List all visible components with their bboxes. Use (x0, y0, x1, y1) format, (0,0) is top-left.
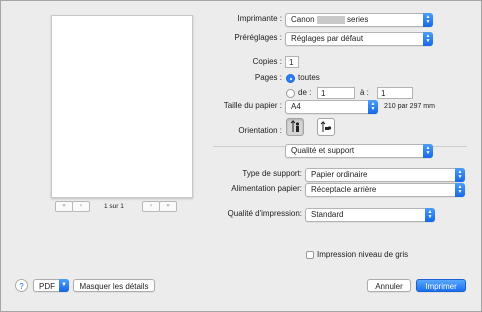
previous-page-button[interactable]: ‹ (72, 201, 90, 212)
page-preview (51, 15, 193, 198)
print-quality-value: Standard (311, 210, 344, 219)
print-dialog: « ‹ 1 sur 1 › » Imprimante : Canon serie… (0, 0, 482, 312)
section-select[interactable]: Qualité et support ▲ ▼ (285, 144, 433, 158)
landscape-orientation-button[interactable] (317, 118, 335, 136)
hide-details-button[interactable]: Masquer les détails (73, 279, 155, 292)
media-type-select[interactable]: Papier ordinaire ▲ ▼ (305, 168, 465, 182)
print-button[interactable]: Imprimer (416, 279, 466, 292)
print-quality-select[interactable]: Standard ▲ ▼ (305, 208, 435, 222)
chevron-updown-icon: ▲ ▼ (368, 100, 378, 114)
presets-label: Préréglages : (234, 33, 282, 42)
pages-to-label: à : (360, 88, 369, 97)
chevron-updown-icon: ▲ ▼ (455, 183, 465, 197)
paper-size-select[interactable]: A4 ▲ ▼ (285, 100, 378, 114)
presets-select[interactable]: Réglages par défaut ▲ ▼ (285, 32, 433, 46)
media-type-value: Papier ordinaire (311, 170, 368, 179)
pdf-menu-button[interactable]: PDF ▼ (33, 279, 69, 292)
last-page-button[interactable]: » (159, 201, 177, 212)
pdf-label: PDF (39, 282, 55, 291)
paper-source-select[interactable]: Réceptacle arrière ▲ ▼ (305, 183, 465, 197)
paper-size-value: A4 (291, 102, 301, 111)
paper-size-label: Taille du papier : (223, 101, 282, 110)
help-button[interactable]: ? (15, 279, 28, 292)
portrait-orientation-button[interactable] (286, 118, 304, 136)
paper-source-value: Réceptacle arrière (311, 185, 377, 194)
media-type-label: Type de support: (242, 169, 302, 178)
chevron-updown-icon: ▲ ▼ (423, 32, 433, 46)
chevron-updown-icon: ▲ ▼ (423, 144, 433, 158)
pages-from-label: de : (298, 88, 312, 97)
landscape-person-icon (320, 120, 332, 132)
pages-range-radio[interactable] (286, 89, 295, 98)
pages-from-field[interactable]: 1 (317, 87, 355, 99)
printer-label: Imprimante : (237, 14, 282, 23)
chevron-updown-icon: ▲ ▼ (455, 168, 465, 182)
grayscale-checkbox[interactable] (306, 251, 314, 259)
printer-model-redacted (317, 16, 345, 24)
pages-all-label: toutes (298, 73, 320, 82)
chevron-down-icon: ▼ (59, 279, 69, 292)
next-page-button[interactable]: › (142, 201, 160, 212)
printer-select[interactable]: Canon series ▲ ▼ (285, 13, 433, 27)
grayscale-label: Impression niveau de gris (317, 250, 409, 259)
pages-label: Pages : (254, 73, 282, 82)
pages-all-radio[interactable] (286, 74, 295, 83)
cancel-button[interactable]: Annuler (367, 279, 411, 292)
printer-value-suffix: series (347, 15, 369, 24)
pages-to-field[interactable]: 1 (377, 87, 413, 99)
print-quality-label: Qualité d'impression: (227, 209, 302, 218)
presets-value: Réglages par défaut (291, 34, 364, 43)
first-page-button[interactable]: « (55, 201, 73, 212)
portrait-person-icon (290, 119, 300, 132)
copies-field[interactable]: 1 (285, 56, 299, 68)
printer-value-prefix: Canon (291, 15, 315, 24)
copies-label: Copies : (252, 57, 282, 66)
section-value: Qualité et support (291, 146, 355, 155)
paper-dimensions: 210 par 297 mm (384, 103, 435, 110)
paper-source-label: Alimentation papier: (231, 184, 302, 193)
page-counter: 1 sur 1 (104, 203, 124, 210)
orientation-label: Orientation : (238, 126, 282, 135)
chevron-updown-icon: ▲ ▼ (425, 208, 435, 222)
chevron-updown-icon: ▲ ▼ (423, 13, 433, 27)
